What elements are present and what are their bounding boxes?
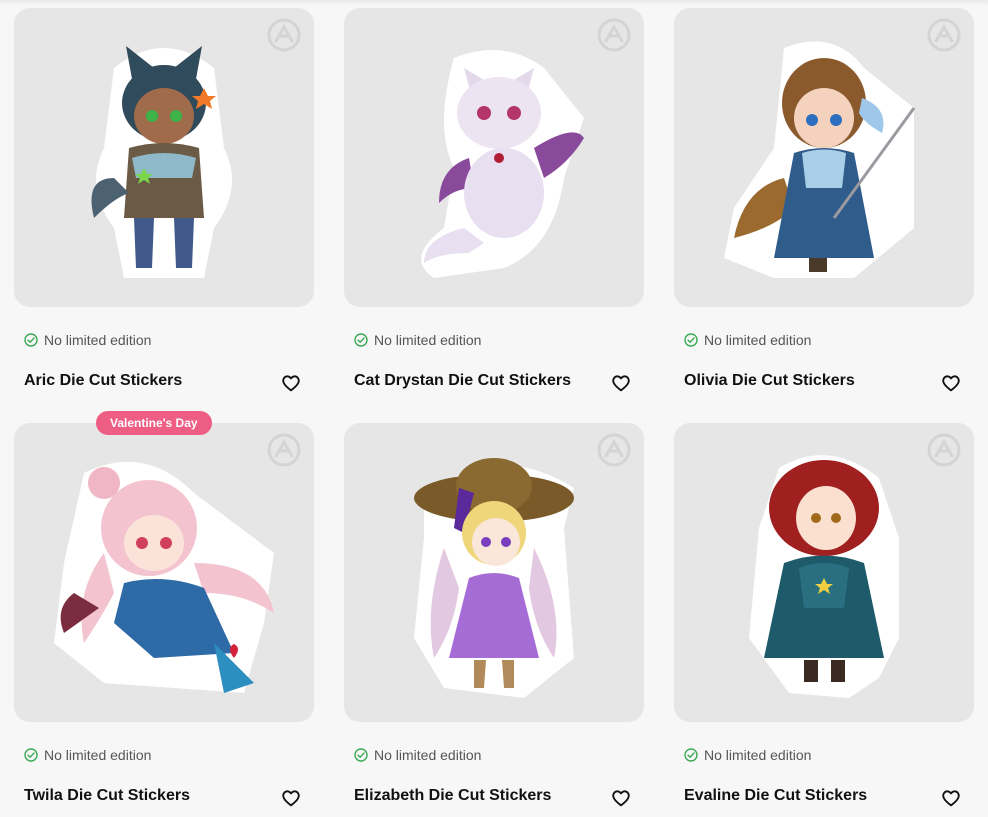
heart-icon[interactable] — [280, 787, 302, 809]
check-circle-icon — [24, 333, 38, 347]
edition-status-text: No limited edition — [704, 747, 812, 763]
check-circle-icon — [684, 333, 698, 347]
product-card[interactable]: No limited edition Aric Die Cut Stickers — [14, 8, 314, 392]
product-title[interactable]: Olivia Die Cut Stickers — [684, 372, 855, 390]
product-card[interactable]: No limited edition Olivia Die Cut Sticke… — [674, 8, 974, 392]
product-card[interactable]: Valentine's Day No limited edition Twila… — [14, 411, 314, 807]
sticker-art-aric — [91, 45, 232, 278]
edition-status: No limited edition — [684, 332, 811, 348]
edition-status: No limited edition — [24, 747, 151, 763]
sticker-art-olivia — [724, 40, 916, 278]
product-image[interactable] — [344, 8, 644, 307]
brand-logo-icon — [267, 18, 301, 52]
sticker-art-twila — [54, 461, 274, 693]
valentines-day-badge: Valentine's Day — [96, 411, 212, 435]
edition-status: No limited edition — [354, 747, 481, 763]
edition-status-text: No limited edition — [44, 332, 152, 348]
brand-logo-icon — [927, 433, 961, 467]
sticker-art-cat-drystan — [421, 49, 584, 278]
sticker-art-elizabeth — [414, 457, 574, 698]
heart-icon[interactable] — [610, 372, 632, 394]
sticker-art-evaline — [749, 454, 899, 698]
check-circle-icon — [24, 748, 38, 762]
product-card[interactable]: No limited edition Evaline Die Cut Stick… — [674, 423, 974, 807]
product-image[interactable] — [674, 8, 974, 307]
check-circle-icon — [354, 748, 368, 762]
top-shadow — [0, 0, 988, 6]
product-image[interactable] — [14, 8, 314, 307]
product-card[interactable]: No limited edition Elizabeth Die Cut Sti… — [344, 423, 644, 807]
product-title[interactable]: Twila Die Cut Stickers — [24, 787, 190, 805]
product-title[interactable]: Cat Drystan Die Cut Stickers — [354, 372, 571, 390]
edition-status-text: No limited edition — [374, 332, 482, 348]
product-title[interactable]: Evaline Die Cut Stickers — [684, 787, 867, 805]
heart-icon[interactable] — [610, 787, 632, 809]
brand-logo-icon — [597, 18, 631, 52]
heart-icon[interactable] — [280, 372, 302, 394]
edition-status-text: No limited edition — [374, 747, 482, 763]
check-circle-icon — [354, 333, 368, 347]
product-title[interactable]: Elizabeth Die Cut Stickers — [354, 787, 551, 805]
edition-status: No limited edition — [24, 332, 151, 348]
product-image[interactable] — [344, 423, 644, 722]
edition-status: No limited edition — [354, 332, 481, 348]
product-grid: No limited edition Aric Die Cut Stickers — [0, 0, 988, 817]
edition-status-text: No limited edition — [704, 332, 812, 348]
product-card[interactable]: No limited edition Cat Drystan Die Cut S… — [344, 8, 644, 392]
heart-icon[interactable] — [940, 787, 962, 809]
edition-status: No limited edition — [684, 747, 811, 763]
product-title[interactable]: Aric Die Cut Stickers — [24, 372, 182, 390]
product-image[interactable] — [14, 423, 314, 722]
edition-status-text: No limited edition — [44, 747, 152, 763]
check-circle-icon — [684, 748, 698, 762]
heart-icon[interactable] — [940, 372, 962, 394]
brand-logo-icon — [597, 433, 631, 467]
product-image[interactable] — [674, 423, 974, 722]
